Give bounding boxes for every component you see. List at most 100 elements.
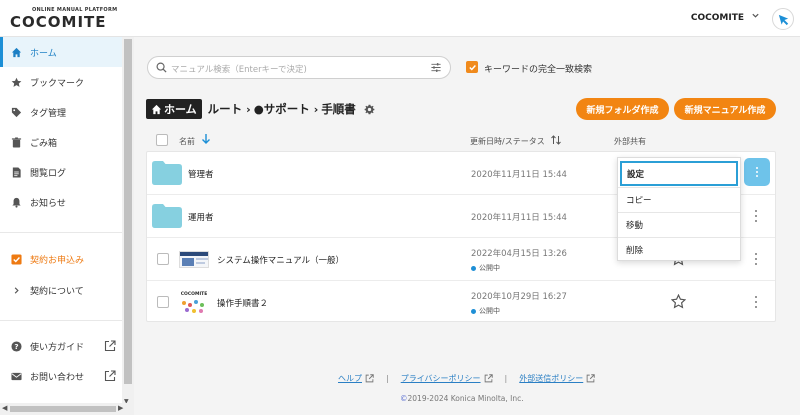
table-header: 名前 更新日時/ステータス 外部共有: [146, 131, 776, 151]
bell-icon: [10, 196, 22, 208]
more-options-button[interactable]: [753, 208, 759, 224]
star-outline-icon[interactable]: [670, 293, 687, 312]
manual-search[interactable]: マニュアル検索（Enterキーで決定): [147, 56, 451, 79]
breadcrumb: ホーム ルート › ●サポート › 手順書: [146, 99, 375, 119]
external-link-icon: [104, 370, 116, 385]
folder-icon: [152, 204, 182, 231]
table-row[interactable]: COCOMITE 操作手順書２ 2020年10月29日 16:27 公開中: [147, 281, 775, 324]
column-name[interactable]: 名前: [179, 136, 195, 147]
svg-text:?: ?: [14, 342, 18, 351]
logo-title: COCOMITE: [10, 13, 107, 31]
manual-thumbnail[interactable]: COCOMITE: [179, 289, 209, 315]
scroll-left-arrow-icon[interactable]: ◀: [2, 404, 7, 412]
sidebar-item-label: 使い方ガイド: [30, 342, 85, 353]
breadcrumb-home[interactable]: ホーム: [146, 99, 202, 119]
footer-separator: |: [504, 374, 508, 383]
sidebar-item-label: 契約お申込み: [30, 255, 85, 266]
item-date: 2020年10月29日 16:27: [471, 292, 567, 302]
external-link-icon: [586, 374, 595, 383]
check-icon: [468, 64, 476, 71]
chevron-right-icon: [10, 284, 22, 296]
column-date-status[interactable]: 更新日時/ステータス: [470, 136, 545, 147]
select-all-checkbox[interactable]: [156, 134, 168, 146]
keyword-exact-label[interactable]: キーワードの完全一致検索: [484, 62, 592, 75]
sidebar-item-label: お問い合わせ: [30, 372, 85, 383]
sidebar-item-home[interactable]: ホーム: [0, 37, 122, 67]
sidebar-item-contract-apply[interactable]: 契約お申込み: [0, 244, 122, 274]
external-policy-link-label: 外部送信ポリシー: [519, 374, 584, 383]
sidebar-scrollbar[interactable]: ▼: [122, 37, 134, 407]
manual-thumbnail[interactable]: [179, 251, 209, 268]
privacy-policy-link[interactable]: プライバシーポリシー: [401, 373, 493, 384]
sidebar-item-viewlog[interactable]: 閲覧ログ: [0, 157, 122, 187]
sidebar-item-bookmark[interactable]: ブックマーク: [0, 67, 122, 97]
more-options-button[interactable]: [753, 294, 759, 310]
home-icon: [10, 46, 22, 58]
avatar[interactable]: [772, 8, 794, 30]
sidebar-item-contract-about[interactable]: 契約について: [0, 275, 122, 305]
sidebar-item-contact[interactable]: お問い合わせ: [0, 361, 122, 391]
sidebar-item-guide[interactable]: ? 使い方ガイド: [0, 331, 122, 361]
row-checkbox[interactable]: [157, 296, 169, 308]
status-dot: [471, 308, 476, 314]
sidebar-divider: [0, 320, 122, 321]
sort-toggle-icon[interactable]: [550, 134, 562, 149]
filter-settings-icon[interactable]: [430, 62, 442, 76]
status-dot: [471, 265, 476, 271]
item-name[interactable]: 運用者: [188, 211, 214, 223]
new-manual-button[interactable]: 新規マニュアル作成: [674, 98, 776, 120]
menu-item-move[interactable]: 移動: [618, 212, 740, 237]
sidebar-item-label: お知らせ: [30, 198, 66, 209]
breadcrumb-root[interactable]: ルート: [208, 101, 243, 117]
help-link-label: ヘルプ: [338, 374, 362, 383]
sidebar-item-label: 閲覧ログ: [30, 168, 67, 179]
gear-icon[interactable]: [364, 104, 375, 115]
scroll-right-arrow-icon[interactable]: ▶: [118, 404, 123, 412]
context-menu: 設定 コピー 移動 削除: [617, 157, 741, 261]
sidebar-divider: [0, 232, 122, 233]
sidebar-item-label: ごみ箱: [30, 138, 58, 149]
app-header: ONLINE MANUAL PLATFORM COCOMITE COCOMITE: [0, 0, 800, 37]
row-checkbox[interactable]: [157, 253, 169, 265]
sort-arrow-down-icon[interactable]: [201, 133, 211, 148]
status-text: 公開中: [479, 264, 500, 272]
document-icon: [10, 166, 22, 178]
scrollbar-thumb[interactable]: [10, 406, 116, 412]
item-name[interactable]: 管理者: [188, 168, 214, 180]
footer-links: ヘルプ | プライバシーポリシー | 外部送信ポリシー: [338, 373, 595, 384]
search-input[interactable]: マニュアル検索（Enterキーで決定): [171, 63, 307, 75]
item-name[interactable]: システム操作マニュアル（一般）: [217, 254, 344, 266]
item-date: 2020年11月11日 15:44: [471, 170, 567, 180]
sidebar-item-label: タグ管理: [30, 108, 67, 119]
sidebar-item-tags[interactable]: タグ管理: [0, 97, 122, 127]
menu-item-copy[interactable]: コピー: [618, 187, 740, 212]
status-badge: 公開中: [471, 263, 500, 273]
horizontal-scrollbar[interactable]: ◀ ▶: [0, 403, 134, 415]
sidebar-item-notice[interactable]: お知らせ: [0, 187, 122, 217]
help-icon: ?: [10, 340, 22, 352]
home-icon: [151, 104, 162, 114]
item-name[interactable]: 操作手順書２: [217, 297, 268, 309]
scrollbar-thumb[interactable]: [124, 39, 132, 384]
cursor-logo-icon: [778, 14, 788, 25]
user-name[interactable]: COCOMITE: [691, 13, 744, 23]
breadcrumb-current: 手順書: [321, 102, 356, 116]
external-link-icon: [104, 340, 116, 355]
svg-text:COCOMITE: COCOMITE: [181, 291, 208, 297]
breadcrumb-support[interactable]: ●サポート: [254, 101, 310, 117]
keyword-exact-checkbox[interactable]: [466, 61, 478, 73]
more-options-button-active[interactable]: [744, 158, 770, 186]
copyright: ©2019-2024 Konica Minolta, Inc.: [400, 394, 524, 403]
breadcrumb-home-label: ホーム: [164, 103, 197, 116]
column-external-share: 外部共有: [614, 137, 646, 146]
menu-item-delete[interactable]: 削除: [618, 237, 740, 262]
new-folder-button[interactable]: 新規フォルダ作成: [576, 98, 669, 120]
sidebar-item-trash[interactable]: ごみ箱: [0, 127, 122, 157]
chevron-down-icon[interactable]: [751, 11, 760, 23]
checkbox-checked-icon: [10, 253, 22, 265]
help-link[interactable]: ヘルプ: [338, 373, 374, 384]
external-transmission-policy-link[interactable]: 外部送信ポリシー: [519, 373, 595, 384]
more-options-button[interactable]: [753, 251, 759, 267]
menu-item-settings[interactable]: 設定: [620, 161, 738, 186]
cocomite-logo[interactable]: ONLINE MANUAL PLATFORM COCOMITE: [10, 7, 130, 31]
